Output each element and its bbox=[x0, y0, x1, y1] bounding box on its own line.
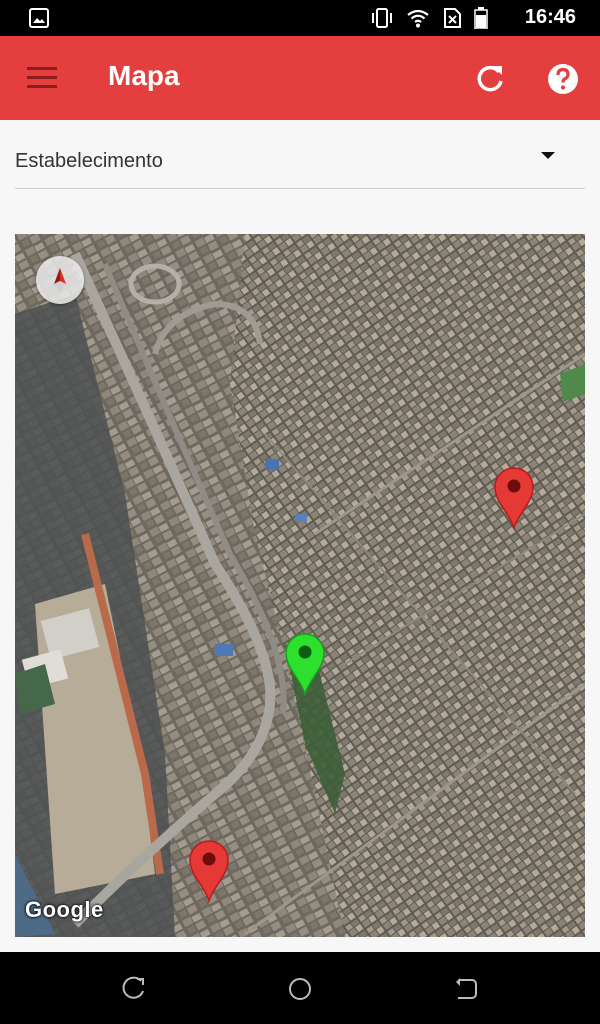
status-bar: 16:46 bbox=[0, 0, 600, 36]
battery-icon bbox=[474, 7, 488, 29]
compass-icon bbox=[54, 268, 66, 292]
dropdown-value: Estabelecimento bbox=[15, 150, 163, 172]
red-marker-icon[interactable] bbox=[493, 466, 535, 530]
menu-icon[interactable] bbox=[26, 64, 58, 92]
home-icon[interactable] bbox=[287, 976, 313, 1002]
map-view[interactable]: Google bbox=[15, 234, 585, 937]
status-time: 16:46 bbox=[524, 6, 576, 28]
google-attribution: Google bbox=[25, 897, 104, 922]
wifi-icon bbox=[407, 9, 429, 28]
vibrate-icon bbox=[372, 8, 392, 28]
help-icon[interactable] bbox=[546, 62, 580, 96]
image-icon bbox=[29, 8, 49, 28]
red-marker-icon[interactable] bbox=[188, 839, 230, 903]
back-icon[interactable] bbox=[452, 976, 478, 1002]
navigation-bar bbox=[0, 952, 600, 1024]
establishment-dropdown[interactable]: Estabelecimento bbox=[15, 140, 585, 189]
dropdown-arrow-icon[interactable] bbox=[541, 152, 555, 159]
page-title: Mapa bbox=[108, 60, 180, 91]
recent-apps-icon[interactable] bbox=[121, 976, 147, 1002]
satellite-imagery bbox=[15, 234, 585, 937]
refresh-icon[interactable] bbox=[474, 62, 508, 96]
no-sim-icon bbox=[444, 8, 461, 28]
green-marker-icon[interactable] bbox=[284, 632, 326, 696]
app-bar: Mapa bbox=[0, 36, 600, 120]
compass-button[interactable] bbox=[36, 256, 84, 304]
